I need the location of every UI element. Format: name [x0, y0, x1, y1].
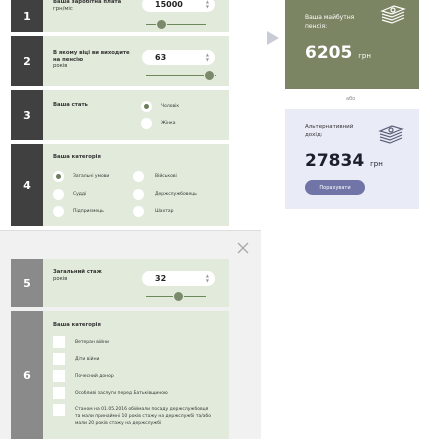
- radio-military[interactable]: [133, 171, 144, 182]
- option-judges: Судді: [73, 192, 87, 197]
- step-number: 3: [11, 90, 43, 140]
- calculate-button[interactable]: Порахувати: [305, 180, 365, 195]
- radio-general[interactable]: [53, 171, 64, 182]
- radio-entrepreneur[interactable]: [53, 206, 64, 217]
- pension-amount: 6205 грн: [305, 43, 371, 63]
- step-6-label: Ваша категорія: [53, 322, 101, 328]
- option-military: Військові: [155, 174, 177, 179]
- radio-miner[interactable]: [133, 206, 144, 217]
- checkbox-merits[interactable]: [53, 387, 65, 399]
- experience-input[interactable]: 32 ▲ ▼: [142, 271, 215, 286]
- option-entrepreneur: Підприємець: [73, 209, 104, 214]
- option-veteran: Ветеран війни: [75, 340, 109, 345]
- alt-income-card: Альтернативний дохід: 27834 грн Порахува…: [285, 109, 419, 209]
- option-donor: Почесний донор: [75, 374, 114, 379]
- step-5: 5 Загальний стаж років 32 ▲ ▼: [11, 259, 229, 307]
- slider-knob[interactable]: [173, 291, 184, 302]
- option-war-children: Діти війни: [75, 357, 100, 362]
- option-general: Загальні умови: [73, 174, 110, 179]
- pension-label: Ваша майбутня пенсія:: [305, 14, 355, 30]
- step-6: 6 Ваша категорія Ветеран війни Діти війн…: [11, 311, 229, 439]
- radio-judges[interactable]: [53, 189, 64, 200]
- option-civil-servant: Держслужбовець: [155, 192, 197, 197]
- step-number: 6: [11, 311, 43, 439]
- radio-civil-servant[interactable]: [133, 189, 144, 200]
- pension-card: Ваша майбутня пенсія: 6205 грн: [285, 0, 419, 89]
- step-2-label: В якому віці ви виходите на пенсію років: [53, 50, 130, 69]
- step-1-label: Ваша заробітна плата грн/міс: [53, 0, 122, 12]
- option-civil-service: Станом на 01.05.2016 обіймали посаду дер…: [75, 407, 211, 426]
- or-text: або: [346, 96, 356, 102]
- step-2: 2 В якому віці ви виходите на пенсію рокі…: [11, 36, 229, 86]
- checkbox-donor[interactable]: [53, 370, 65, 382]
- slider-knob[interactable]: [156, 19, 167, 30]
- step-3: 3 Ваша стать Чоловік Жінка: [11, 90, 229, 140]
- step-number: 4: [11, 144, 43, 226]
- close-icon[interactable]: [236, 240, 250, 254]
- option-female: Жінка: [161, 121, 176, 126]
- step-number: 5: [11, 259, 43, 307]
- step-number: 1: [11, 0, 43, 32]
- money-icon: [379, 3, 407, 29]
- option-male: Чоловік: [161, 104, 180, 109]
- money-icon: [377, 123, 405, 149]
- salary-slider[interactable]: [146, 19, 206, 30]
- alt-income-amount: 27834 грн: [305, 151, 383, 171]
- radio-female[interactable]: [141, 118, 152, 129]
- checkbox-civil-service[interactable]: [53, 404, 65, 416]
- step-3-label: Ваша стать: [53, 102, 88, 108]
- slider-knob[interactable]: [204, 70, 215, 81]
- age-slider[interactable]: [146, 70, 216, 81]
- stepper-icon[interactable]: ▲ ▼: [206, 52, 209, 62]
- option-merits: Особливі заслуги перед Батьківщиною: [75, 391, 168, 396]
- option-miner: Шахтар: [155, 209, 174, 214]
- alt-income-label: Альтернативний дохід:: [305, 124, 354, 138]
- experience-slider[interactable]: [146, 291, 206, 302]
- stepper-icon[interactable]: ▲ ▼: [206, 273, 209, 283]
- retirement-age-input[interactable]: 63 ▲ ▼: [142, 50, 215, 65]
- radio-male[interactable]: [141, 101, 152, 112]
- checkbox-war-children[interactable]: [53, 353, 65, 365]
- step-5-label: Загальний стаж років: [53, 269, 102, 282]
- checkbox-veteran[interactable]: [53, 336, 65, 348]
- step-number: 2: [11, 36, 43, 86]
- arrow-icon: [267, 31, 279, 45]
- step-4-label: Ваша категорія: [53, 154, 101, 160]
- stepper-icon[interactable]: ▲ ▼: [206, 0, 209, 9]
- step-4: 4 Ваша категорія Загальні умови Військов…: [11, 144, 229, 226]
- salary-input[interactable]: 15000 ▲ ▼: [142, 0, 215, 12]
- step-1: 1 Ваша заробітна плата грн/міс 15000 ▲ ▼: [11, 0, 229, 32]
- modal: 5 Загальний стаж років 32 ▲ ▼ 6 Ваша катего…: [0, 230, 261, 439]
